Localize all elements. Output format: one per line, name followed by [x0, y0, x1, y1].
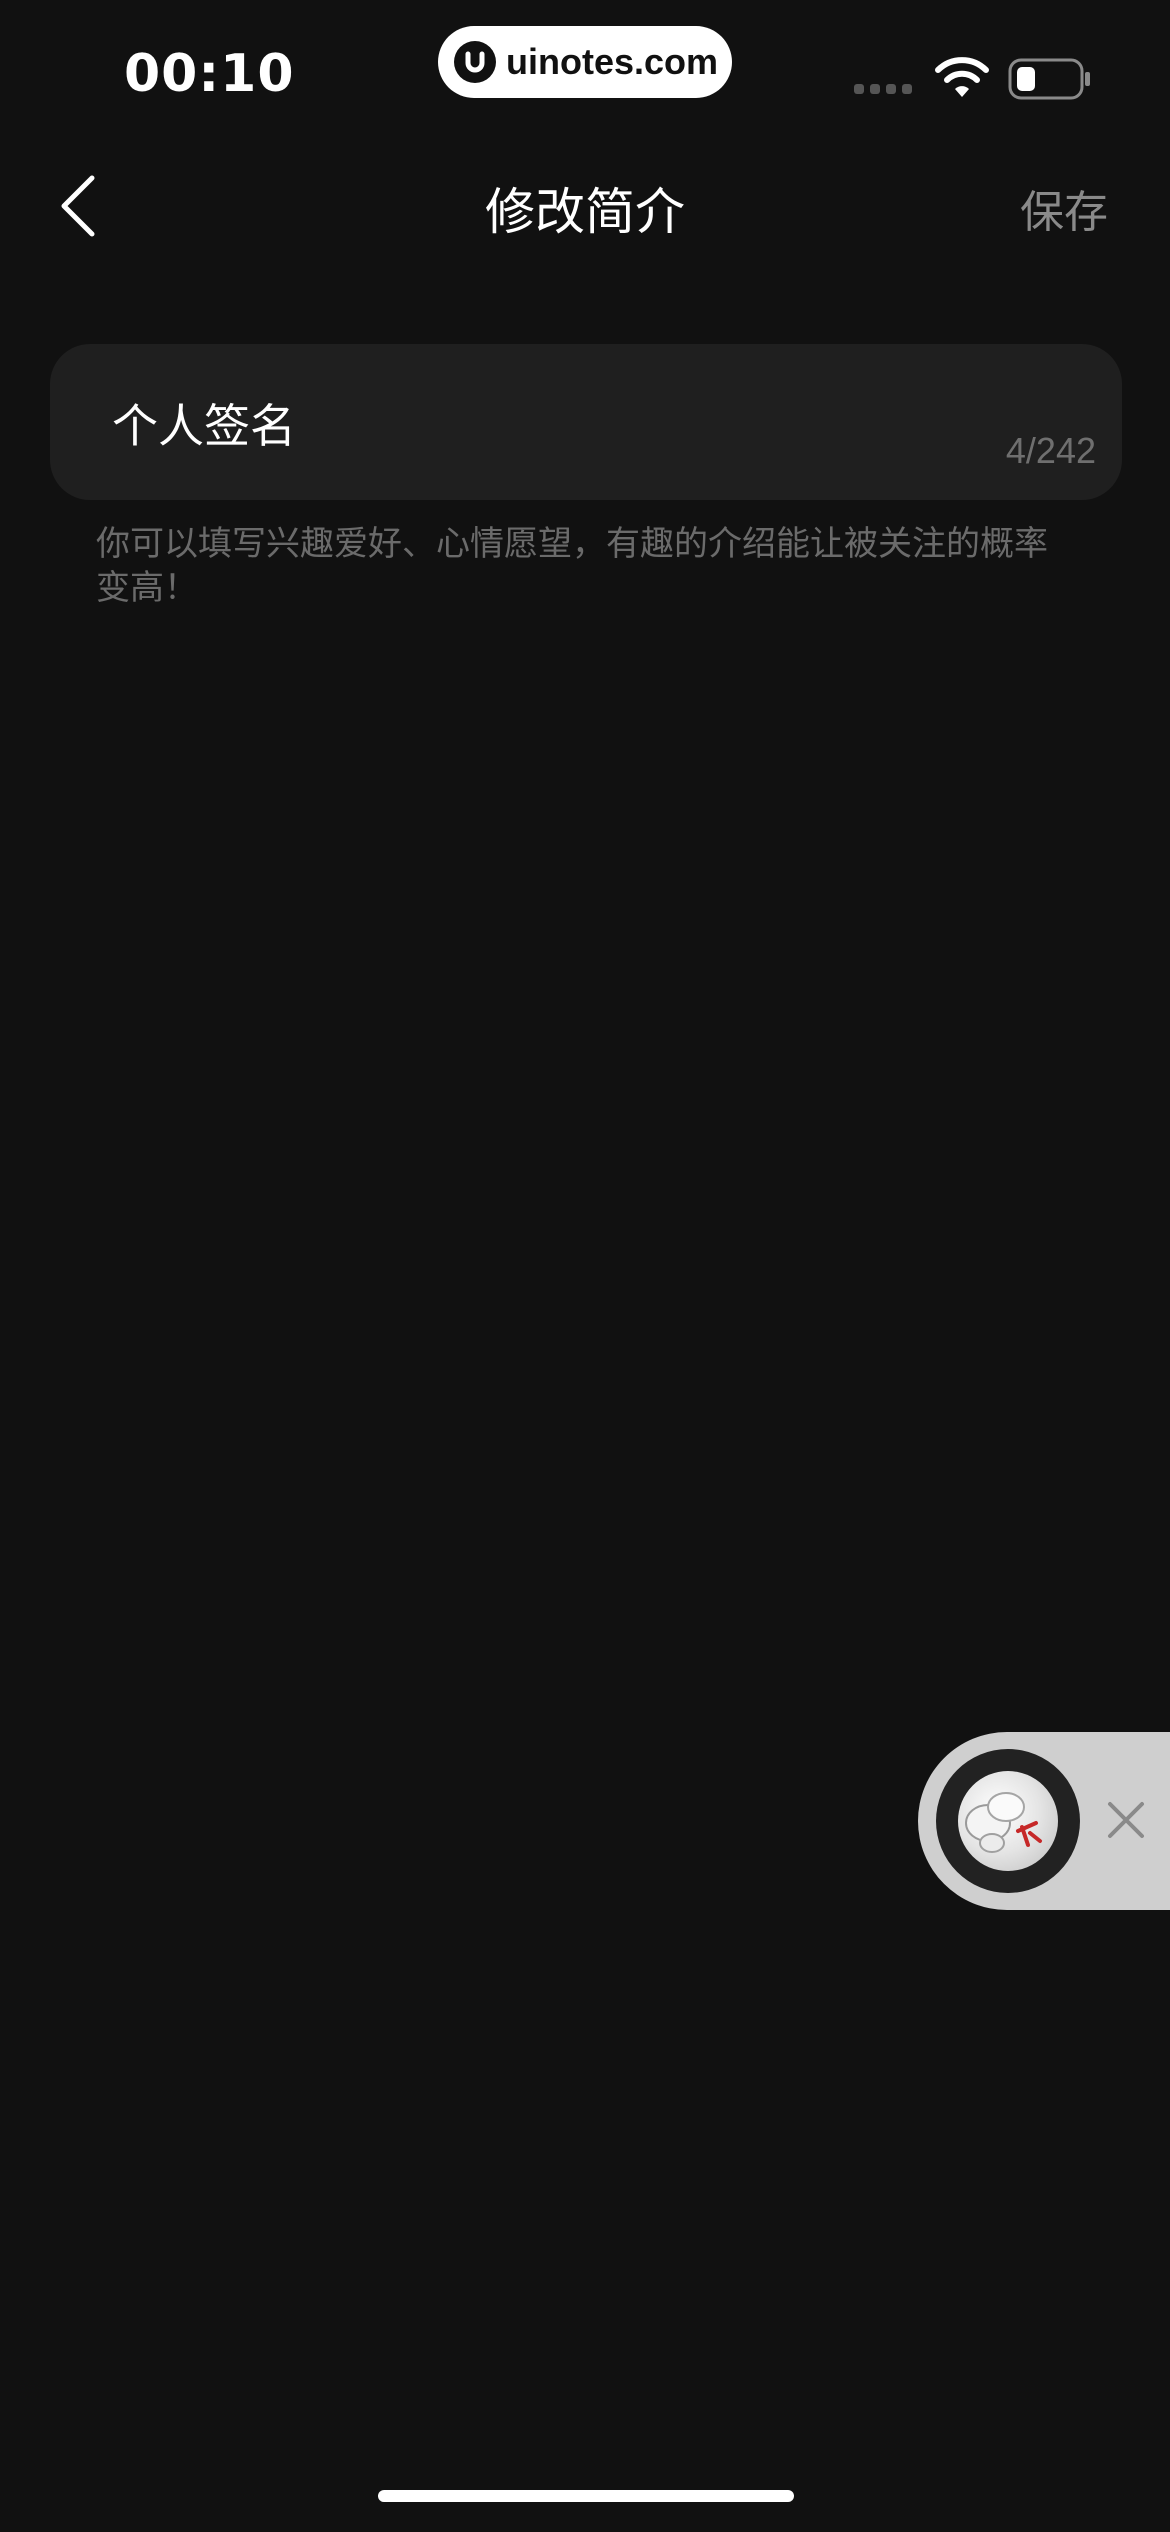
floating-mini-player[interactable] [918, 1732, 1170, 1910]
cellular-signal-icon [854, 84, 912, 94]
hint-text: 你可以填写兴趣爱好、心情愿望，有趣的介绍能让被关注的概率变高！ [96, 524, 1048, 608]
signature-value[interactable]: 个人签名 [112, 390, 296, 456]
character-counter: 4/242 [1005, 430, 1096, 471]
watermark-text: uinotes.com [506, 41, 719, 82]
album-disc[interactable] [936, 1749, 1080, 1893]
edit-bio-screen: 00:10 uinotes.com 修改简介 保存 个人签名 4/242 你可以… [0, 0, 1170, 2532]
home-indicator[interactable] [378, 2490, 794, 2502]
close-icon[interactable] [1104, 1798, 1148, 1842]
watermark-badge: uinotes.com [438, 26, 732, 98]
wifi-icon [935, 57, 989, 97]
album-cover-image [958, 1771, 1058, 1871]
battery-icon [1008, 58, 1090, 100]
page-title: 修改简介 [485, 183, 685, 241]
save-button[interactable]: 保存 [1020, 176, 1108, 240]
uinotes-logo-icon [454, 41, 496, 83]
signature-input[interactable]: 个人签名 4/242 [50, 344, 1122, 500]
status-time: 00:10 [124, 44, 295, 104]
